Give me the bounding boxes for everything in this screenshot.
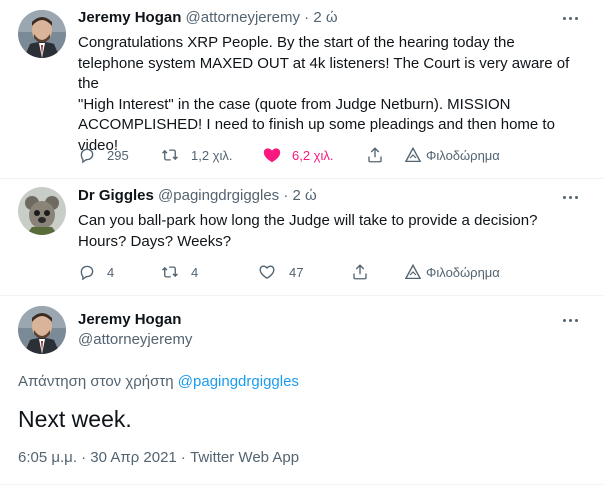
tweet-header: Dr Giggles @pagingdrgiggles · 2 ώ [78,187,317,204]
handle[interactable]: @attorneyjeremy [186,9,300,26]
tweet-actions: 295 1,2 χιλ. 6,2 χιλ. Φιλοδώρημα [78,145,598,165]
more-icon[interactable] [559,312,581,328]
more-icon[interactable] [559,10,581,26]
tweet-age[interactable]: 2 ώ [313,9,337,26]
reply-count: 295 [107,147,129,163]
reply-prefix: Απάντηση στον χρήστη [18,373,174,390]
timestamp[interactable]: 6:05 μ.μ. · 30 Απρ 2021 · [18,449,190,466]
tweet-age[interactable]: 2 ώ [293,187,317,204]
like-button[interactable]: 47 [258,262,303,282]
avatar-photo-drgiggles [18,187,66,235]
more-icon[interactable] [559,189,581,205]
tweet-header: Jeremy Hogan @attorneyjeremy · 2 ώ [78,9,338,26]
tweet-text: Congratulations XRP People. By the start… [78,33,590,156]
focused-display-name[interactable]: Jeremy Hogan [78,311,181,328]
retweet-count: 1,2 χιλ. [191,147,233,163]
retweet-button[interactable]: 1,2 χιλ. [160,145,233,165]
share-icon [353,264,367,280]
heart-icon [263,148,281,163]
tweet-text-line: "High Interest" in the case (quote from … [78,95,511,113]
focused-handle[interactable]: @attorneyjeremy [78,331,192,348]
tweet-2[interactable]: Dr Giggles @pagingdrgiggles · 2 ώ Can yo… [0,179,603,295]
tweet-text-line: Congratulations XRP People. By the start… [78,34,515,51]
display-name[interactable]: Dr Giggles [78,187,154,204]
tweet-text-line: Hours? Days? Weeks? [78,232,232,250]
avatar[interactable] [18,187,66,235]
share-icon [368,147,382,163]
tip-label: Φιλοδώρημα [426,264,500,280]
reply-button[interactable]: 295 [78,145,129,165]
focused-tweet-text: Next week. [18,406,132,432]
retweet-icon [162,266,178,278]
like-count: 6,2 χιλ. [292,147,334,163]
reply-handle-link[interactable]: @pagingdrgiggles [178,373,299,390]
display-name[interactable]: Jeremy Hogan [78,9,181,26]
handle[interactable]: @pagingdrgiggles [158,187,279,204]
tweet-text-line: ACCOMPLISHED! I need to finish up some p… [78,116,555,133]
tip-icon [404,146,422,163]
like-button[interactable]: 6,2 χιλ. [263,145,334,165]
tip-button[interactable]: Φιλοδώρημα [404,145,500,165]
tip-label: Φιλοδώρημα [426,147,500,163]
like-count: 47 [289,264,304,280]
tweet-text-line: telephone system MAXED OUT at 4k listene… [78,54,570,93]
replying-to: Απάντηση στον χρήστη @pagingdrgiggles [18,373,299,390]
tweet-text-line: Can you ball-park how long the Judge wil… [78,212,538,229]
avatar[interactable] [18,306,66,354]
reply-icon [80,265,94,281]
share-button[interactable] [366,145,384,165]
avatar[interactable] [18,10,66,58]
tweet-text: Can you ball-park how long the Judge wil… [78,211,590,252]
avatar-photo-jeremy [18,306,66,354]
retweet-count: 4 [191,264,199,280]
reply-count: 4 [107,264,115,280]
divider [0,484,603,485]
separator: · [304,9,310,26]
tweet-actions: 4 4 47 Φιλοδώρημα [78,262,598,282]
tip-button[interactable]: Φιλοδώρημα [404,262,500,282]
share-button[interactable] [351,262,369,282]
handle[interactable]: @attorneyjeremy [78,331,192,348]
focused-tweet: Jeremy Hogan @attorneyjeremy Απάντηση στ… [0,296,603,498]
heart-icon [259,265,275,279]
avatar-photo-jeremy [18,10,66,58]
retweet-button[interactable]: 4 [160,262,198,282]
tweet-1[interactable]: Jeremy Hogan @attorneyjeremy · 2 ώ Congr… [0,0,603,178]
separator: · [283,187,289,204]
retweet-icon [162,149,178,161]
client-link[interactable]: Twitter Web App [190,449,299,466]
reply-icon [80,148,94,164]
display-name[interactable]: Jeremy Hogan [78,311,181,328]
tweet-timestamp: 6:05 μ.μ. · 30 Απρ 2021 · Twitter Web Ap… [18,449,299,466]
reply-button[interactable]: 4 [78,262,114,282]
tip-icon [404,263,422,280]
